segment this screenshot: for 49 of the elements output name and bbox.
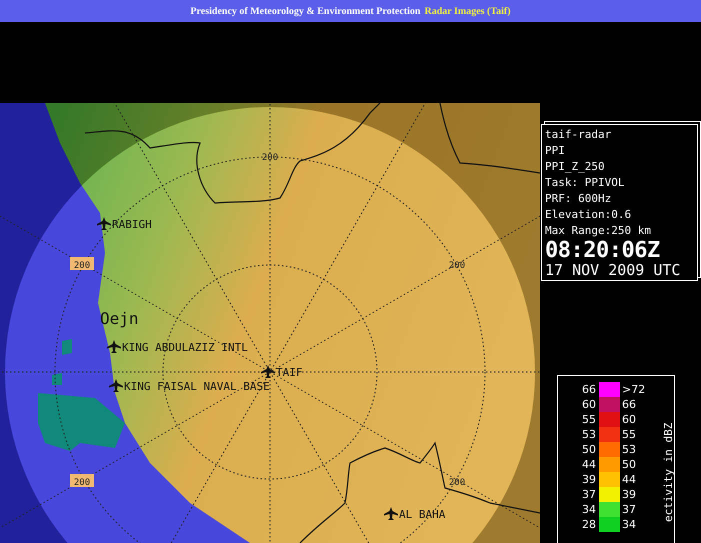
- legend-value: 66: [581, 382, 597, 397]
- info-line: Elevation:0.6: [545, 207, 632, 223]
- info-line: PRF: 600Hz: [545, 191, 612, 207]
- header-title: Presidency of Meteorology & Environment Protection: [190, 6, 420, 16]
- legend-value: 55: [581, 412, 597, 427]
- airplane-icon: [109, 379, 123, 392]
- legend-value: 44: [621, 472, 637, 487]
- range-label: 200: [70, 257, 94, 271]
- legend-value: 34: [581, 502, 597, 517]
- legend-title: ectivity in dBZ: [662, 422, 675, 522]
- legend-value: 55: [621, 427, 637, 442]
- legend-value: 53: [581, 427, 597, 442]
- legend-value: 66: [621, 397, 637, 412]
- airplane-icon: [97, 217, 111, 230]
- place-label: AL BAHA: [399, 508, 446, 521]
- info-line: Max Range:250 km: [545, 223, 652, 239]
- range-label: 200: [262, 153, 278, 163]
- legend-value: 39: [621, 487, 637, 502]
- legend-value: 50: [581, 442, 597, 457]
- legend-value: 53: [621, 442, 637, 457]
- airplane-icon: [261, 365, 275, 378]
- range-label: 200: [70, 474, 94, 488]
- place-label: Oejn: [100, 309, 139, 328]
- legend-value: 50: [621, 457, 637, 472]
- radar-date: 17 NOV 2009 UTC: [545, 262, 682, 279]
- legend-value: 60: [581, 397, 597, 412]
- range-label: 200: [448, 261, 466, 271]
- legend-value: 60: [621, 412, 637, 427]
- legend-value: 44: [581, 457, 597, 472]
- legend-value: 37: [621, 502, 637, 517]
- radar-echo: [62, 339, 72, 355]
- info-line: taif-radar: [545, 127, 612, 143]
- airplane-icon: [384, 507, 398, 520]
- legend-value: 37: [581, 487, 597, 502]
- place-label: RABIGH: [112, 218, 152, 231]
- place-label: KING FAISAL NAVAL BASE: [124, 380, 270, 393]
- legend-value: 28: [581, 517, 597, 532]
- info-line: PPI_Z_250: [545, 159, 606, 175]
- legend-value: 34: [621, 517, 637, 532]
- airplane-icon: [107, 340, 121, 353]
- radar-time: 08:20:06Z: [545, 239, 661, 262]
- header-subtitle: Radar Images (Taif): [424, 6, 511, 16]
- place-label: KING ABDULAZIZ INTL: [122, 341, 248, 354]
- info-line: PPI: [545, 143, 566, 159]
- range-label: 200: [448, 478, 466, 488]
- legend-value: >72: [621, 382, 646, 397]
- legend-value: 39: [581, 472, 597, 487]
- info-line: Task: PPIVOL: [545, 175, 626, 191]
- place-label: TAIF: [276, 366, 302, 379]
